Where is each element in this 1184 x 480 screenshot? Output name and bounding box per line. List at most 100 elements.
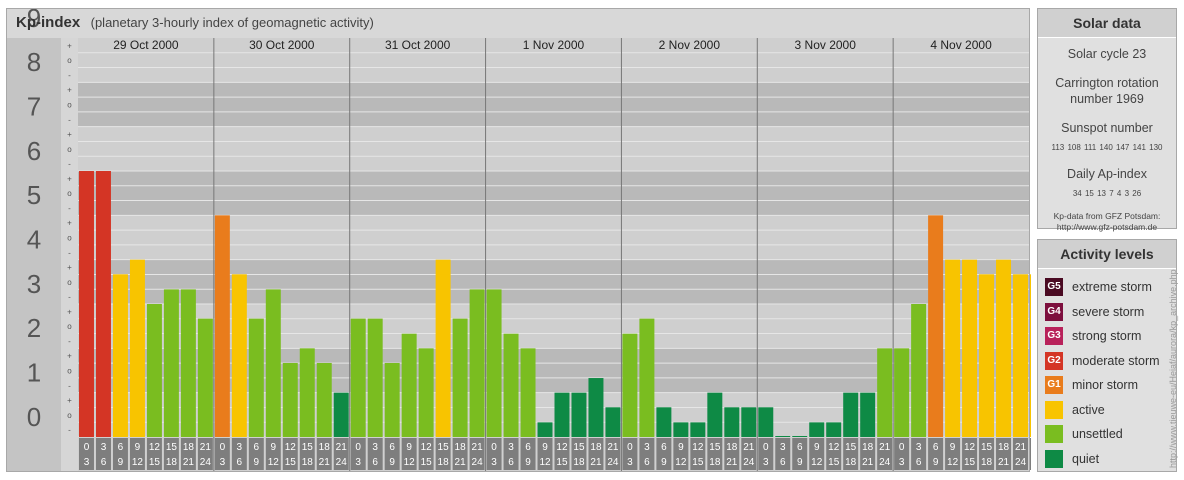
y-minor-label: o xyxy=(67,189,72,198)
y-minor-label: - xyxy=(68,71,71,80)
kp-bar xyxy=(520,348,536,437)
legend-swatch: G3 xyxy=(1045,327,1063,346)
interval-end-label: 6 xyxy=(644,457,650,468)
ap-label: Daily Ap-index xyxy=(1067,167,1147,181)
legend-label: strong storm xyxy=(1072,329,1142,344)
day-label: 3 Nov 2000 xyxy=(795,38,857,52)
interval-end-label: 24 xyxy=(607,457,619,468)
y-minor-label: + xyxy=(67,130,72,139)
interval-start-label: 9 xyxy=(950,442,956,453)
interval-start-label: 18 xyxy=(455,442,467,453)
interval-end-label: 21 xyxy=(319,457,331,468)
y-minor-label: - xyxy=(68,204,71,213)
y-minor-label: + xyxy=(67,86,72,95)
interval-end-label: 15 xyxy=(421,457,433,468)
kp-bar xyxy=(724,407,740,437)
interval-start-label: 3 xyxy=(780,442,786,453)
legend-swatch: G4 xyxy=(1045,302,1063,321)
interval-start-label: 15 xyxy=(302,442,314,453)
kp-chart-panel: 0 1 2 3 4 5 6 7 8 9- o + - o + - o + - o + - o + - o + - o + - o + - o +29 … xyxy=(6,8,1031,472)
interval-start-label: 15 xyxy=(438,442,450,453)
kp-bar xyxy=(469,289,485,437)
interval-end-label: 15 xyxy=(149,457,161,468)
interval-end-label: 6 xyxy=(372,457,378,468)
interval-end-label: 6 xyxy=(237,457,243,468)
legend-item-active: active xyxy=(1045,398,1176,423)
interval-end-label: 6 xyxy=(916,457,922,468)
kp-bar xyxy=(146,304,162,437)
interval-start-label: 21 xyxy=(743,442,755,453)
interval-start-label: 15 xyxy=(845,442,857,453)
legend-item-g4: G4 severe storm xyxy=(1045,300,1176,325)
interval-start-label: 0 xyxy=(355,442,361,453)
interval-end-label: 24 xyxy=(200,457,212,468)
interval-end-label: 18 xyxy=(302,457,314,468)
interval-end-label: 21 xyxy=(998,457,1010,468)
day-label: 30 Oct 2000 xyxy=(249,38,315,52)
interval-end-label: 18 xyxy=(709,457,721,468)
interval-end-label: 3 xyxy=(763,457,769,468)
kp-bar xyxy=(384,362,400,437)
kp-bar xyxy=(877,348,893,437)
interval-end-label: 9 xyxy=(933,457,939,468)
interval-start-label: 15 xyxy=(166,442,178,453)
interval-end-label: 3 xyxy=(355,457,361,468)
y-minor-label: + xyxy=(67,263,72,272)
kp-bar xyxy=(758,407,774,437)
interval-end-label: 21 xyxy=(455,457,467,468)
kp-bar xyxy=(503,333,519,437)
day-label: 4 Nov 2000 xyxy=(930,38,992,52)
legend-item-quiet: quiet xyxy=(1045,447,1176,472)
activity-panel-title: Activity levels xyxy=(1038,240,1176,269)
y-axis-label: 7 xyxy=(27,92,41,122)
kp-bar xyxy=(418,348,434,437)
interval-start-label: 15 xyxy=(981,442,993,453)
interval-start-label: 0 xyxy=(899,442,905,453)
interval-end-label: 21 xyxy=(862,457,874,468)
day-label: 29 Oct 2000 xyxy=(113,38,179,52)
kp-bar xyxy=(775,436,791,437)
y-minor-label: + xyxy=(67,396,72,405)
legend-label: severe storm xyxy=(1072,304,1145,319)
interval-start-label: 0 xyxy=(763,442,769,453)
kp-bar xyxy=(1013,274,1028,437)
interval-end-label: 18 xyxy=(845,457,857,468)
interval-start-label: 21 xyxy=(472,442,484,453)
y-minor-label: - xyxy=(68,293,71,302)
legend-label: active xyxy=(1072,402,1105,417)
interval-start-label: 12 xyxy=(556,442,568,453)
interval-end-label: 12 xyxy=(811,457,823,468)
interval-start-label: 0 xyxy=(84,442,90,453)
kp-bar xyxy=(231,274,247,437)
day-label: 1 Nov 2000 xyxy=(523,38,585,52)
interval-end-label: 3 xyxy=(84,457,90,468)
kp-bar xyxy=(163,289,179,437)
interval-start-label: 3 xyxy=(372,442,378,453)
interval-start-label: 21 xyxy=(200,442,212,453)
legend-item-unsettled: unsettled xyxy=(1045,422,1176,447)
interval-end-label: 12 xyxy=(404,457,416,468)
interval-end-label: 12 xyxy=(132,457,144,468)
sunspot-label: Sunspot number xyxy=(1061,121,1153,135)
kp-bar xyxy=(129,259,145,437)
kp-band-5 xyxy=(78,171,1029,216)
kp-bar xyxy=(435,259,451,437)
interval-start-label: 9 xyxy=(135,442,141,453)
interval-end-label: 24 xyxy=(1015,457,1027,468)
legend-label: extreme storm xyxy=(1072,280,1152,295)
interval-start-label: 21 xyxy=(1015,442,1027,453)
legend-swatch xyxy=(1045,425,1063,444)
kp-bar xyxy=(605,407,621,437)
day-label: 31 Oct 2000 xyxy=(385,38,451,52)
y-minor-label: + xyxy=(67,219,72,228)
interval-start-label: 6 xyxy=(118,442,124,453)
kp-bar xyxy=(673,422,689,437)
source-link[interactable]: http://www.gfz-potsdam.de xyxy=(1042,222,1172,233)
interval-end-label: 9 xyxy=(389,457,395,468)
interval-start-label: 6 xyxy=(933,442,939,453)
interval-end-label: 15 xyxy=(692,457,704,468)
kp-bar xyxy=(979,274,995,437)
interval-end-label: 15 xyxy=(556,457,568,468)
interval-end-label: 12 xyxy=(947,457,959,468)
kp-bar xyxy=(95,171,111,437)
